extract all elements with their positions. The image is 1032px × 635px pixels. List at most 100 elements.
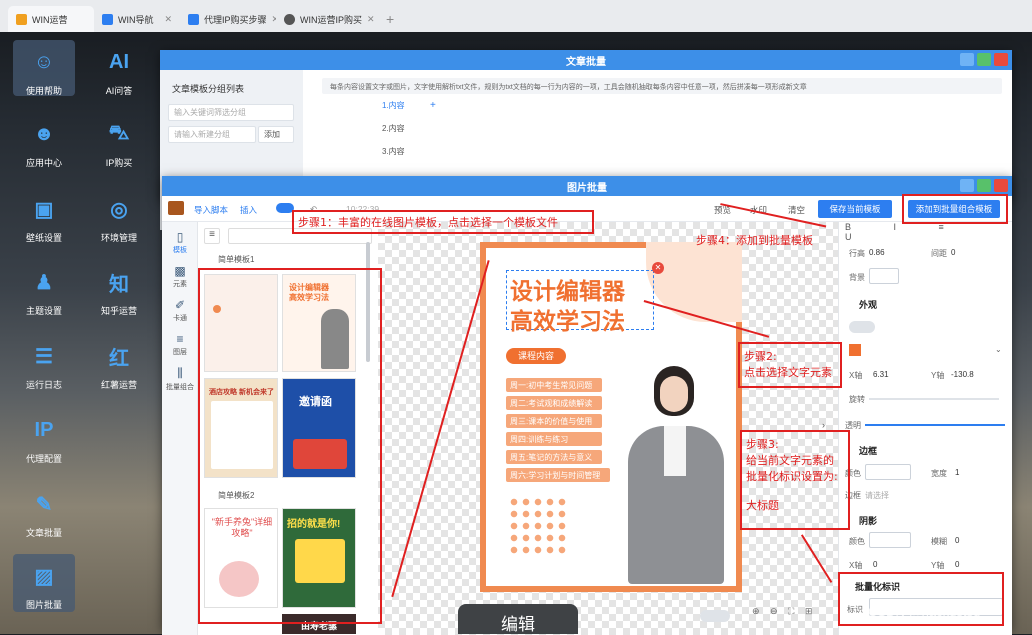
border-width-label: 宽度 bbox=[931, 469, 947, 478]
batch-icon: ⫼ bbox=[177, 366, 183, 380]
person-image[interactable] bbox=[622, 366, 728, 584]
border-heading: 边框 bbox=[859, 446, 878, 456]
rotate-slider[interactable] bbox=[869, 398, 999, 400]
poster-row[interactable]: 周三:课本的价值与使用 bbox=[506, 414, 602, 428]
edit-button[interactable]: 编辑 bbox=[458, 604, 578, 635]
add-group-button[interactable]: 添加 bbox=[258, 126, 294, 143]
border-side-select[interactable]: 请选择 bbox=[865, 490, 889, 501]
line-height-value[interactable]: 0.86 bbox=[869, 248, 885, 257]
article-icon: ✎ bbox=[35, 493, 53, 516]
line-height-label: 行高 bbox=[849, 249, 865, 258]
rotate-label: 旋转 bbox=[849, 395, 865, 404]
browser-tab-proxy-steps[interactable]: 代理IP购买步骤 ✕ bbox=[180, 6, 276, 32]
poster-badge[interactable]: 课程内容 bbox=[506, 348, 566, 364]
color-swatch[interactable] bbox=[849, 344, 861, 356]
help-icon: ☺ bbox=[33, 50, 55, 73]
image-icon: ▣ bbox=[34, 198, 54, 221]
border-color-select[interactable] bbox=[865, 464, 911, 480]
dock-app-center[interactable]: ☻ 应用中心 bbox=[13, 116, 75, 169]
template-icon: ▯ bbox=[176, 230, 184, 244]
maximize-button[interactable] bbox=[977, 179, 991, 192]
browser-tab-ip-buy[interactable]: WIN运营IP购买 ✕ bbox=[276, 6, 376, 32]
shadow-color-label: 颜色 bbox=[849, 537, 865, 546]
element-icon: ▩ bbox=[174, 264, 186, 278]
poster-title-line2[interactable]: 高效学习法 bbox=[510, 302, 625, 336]
tab-layers[interactable]: ≡ 图层 bbox=[162, 332, 198, 357]
dock-zhihu[interactable]: 知知乎运营 bbox=[88, 264, 150, 317]
delete-element-icon[interactable]: ✕ bbox=[652, 262, 664, 274]
cart-icon: ⛍ bbox=[108, 121, 130, 144]
dock-env[interactable]: ◎ 环境管理 bbox=[88, 191, 150, 244]
poster-row[interactable]: 周四:训练与练习 bbox=[506, 432, 602, 446]
blur-value[interactable]: 0 bbox=[955, 536, 959, 545]
dock-ip-buy[interactable]: ⛍ IP购买 bbox=[88, 116, 150, 169]
close-button[interactable] bbox=[994, 179, 1008, 192]
tab-batch-combo[interactable]: ⫼ 批量组合 bbox=[162, 366, 198, 392]
shadow-x-value[interactable]: 0 bbox=[873, 560, 877, 569]
border-width-value[interactable]: 1 bbox=[955, 468, 959, 477]
y-label: Y轴 bbox=[931, 371, 945, 380]
shirt-icon: ♟ bbox=[35, 271, 53, 294]
tool-tab-column: ▯ 模板 ▩ 元素 ✐ 卡通 ≡ 图层 ⫼ 批量组合 bbox=[162, 222, 198, 635]
browser-tab-win[interactable]: WIN运营 bbox=[8, 6, 94, 32]
chevron-down-icon[interactable]: ⌄ bbox=[995, 345, 1002, 354]
add-content-button[interactable]: + bbox=[430, 100, 436, 111]
group-search-input[interactable]: 输入关键词筛选分组 bbox=[168, 104, 294, 121]
shirt-shape bbox=[664, 426, 686, 476]
poster-title-line1[interactable]: 设计编辑器 bbox=[510, 272, 625, 306]
doc-icon bbox=[188, 13, 199, 25]
import-script-button[interactable]: 导入脚本 bbox=[194, 204, 228, 216]
appearance-toggle[interactable] bbox=[849, 321, 875, 333]
poster-canvas[interactable]: 设计编辑器 高效学习法 ✕ 课程内容 周一:初中考生常见问题 周二:考试观和成绩… bbox=[480, 242, 742, 592]
background-select[interactable] bbox=[869, 268, 899, 284]
cartoon-icon: ✐ bbox=[174, 298, 186, 312]
shadow-y-value[interactable]: 0 bbox=[955, 560, 959, 569]
shadow-x-label: X轴 bbox=[849, 561, 863, 570]
content-item[interactable]: 2.内容 bbox=[382, 123, 405, 134]
minimize-button[interactable] bbox=[960, 53, 974, 66]
shadow-color-select[interactable] bbox=[869, 532, 911, 548]
folder-icon[interactable] bbox=[168, 201, 184, 215]
new-tab-button[interactable]: + bbox=[376, 6, 404, 32]
dock-help[interactable]: ☺ 使用帮助 bbox=[13, 40, 75, 96]
minimize-button[interactable] bbox=[960, 179, 974, 192]
close-icon[interactable]: ✕ bbox=[164, 14, 172, 25]
new-group-input[interactable]: 请输入新建分组 bbox=[168, 126, 256, 143]
dock-wallpaper[interactable]: ▣ 壁纸设置 bbox=[13, 191, 75, 244]
x-label: X轴 bbox=[849, 371, 863, 380]
dock-proxy[interactable]: IP 代理配置 bbox=[13, 412, 75, 465]
save-template-button[interactable]: 保存当前模板 bbox=[818, 200, 892, 218]
content-item[interactable]: 1.内容 bbox=[382, 100, 405, 111]
zoom-controls[interactable]: ⊕ ⊖ ⛶ ⊞ bbox=[752, 606, 812, 617]
annotation-step2: 步骤2: 点击选择文字元素 bbox=[738, 342, 842, 388]
tab-element[interactable]: ▩ 元素 bbox=[162, 264, 198, 289]
poster-row[interactable]: 周六:学习计划与时间管理 bbox=[506, 468, 610, 482]
dock-ai[interactable]: AI AI问答 bbox=[88, 44, 150, 97]
opacity-slider[interactable] bbox=[865, 424, 1005, 426]
poster-row[interactable]: 周二:考试观和成绩解读 bbox=[506, 396, 602, 410]
poster-row[interactable]: 周五:笔记的方法与意义 bbox=[506, 450, 602, 464]
content-item[interactable]: 3.内容 bbox=[382, 146, 405, 157]
dock-xhs[interactable]: 红红薯运营 bbox=[88, 338, 150, 391]
poster-row[interactable]: 周一:初中考生常见问题 bbox=[506, 378, 602, 392]
tab-cartoon[interactable]: ✐ 卡通 bbox=[162, 298, 198, 323]
maximize-button[interactable] bbox=[977, 53, 991, 66]
close-button[interactable] bbox=[994, 53, 1008, 66]
close-icon[interactable]: ✕ bbox=[367, 14, 375, 25]
y-value[interactable]: -130.8 bbox=[951, 370, 974, 379]
dock-article-batch[interactable]: ✎ 文章批量 bbox=[13, 486, 75, 539]
tab-template[interactable]: ▯ 模板 bbox=[162, 230, 198, 255]
menu-icon[interactable]: ≡ bbox=[204, 228, 220, 244]
dock-image-batch[interactable]: ▨ 图片批量 bbox=[13, 554, 75, 612]
background-label: 背景 bbox=[849, 273, 865, 282]
insert-dropdown[interactable]: 插入 bbox=[240, 204, 257, 216]
x-value[interactable]: 6.31 bbox=[873, 370, 889, 379]
spacing-value[interactable]: 0 bbox=[951, 248, 955, 257]
clear-button[interactable]: 清空 bbox=[788, 204, 805, 216]
bottom-toggle[interactable] bbox=[700, 610, 730, 622]
annotation-step1: 步骤1：丰富的在线图片模板，点击选择一个模板文件 bbox=[298, 216, 558, 229]
dock-theme[interactable]: ♟ 主题设置 bbox=[13, 264, 75, 317]
browser-tab-nav[interactable]: WIN导航 ✕ bbox=[94, 6, 180, 32]
side-title: 文章模板分组列表 bbox=[172, 84, 245, 94]
dock-log[interactable]: ☰ 运行日志 bbox=[13, 338, 75, 391]
